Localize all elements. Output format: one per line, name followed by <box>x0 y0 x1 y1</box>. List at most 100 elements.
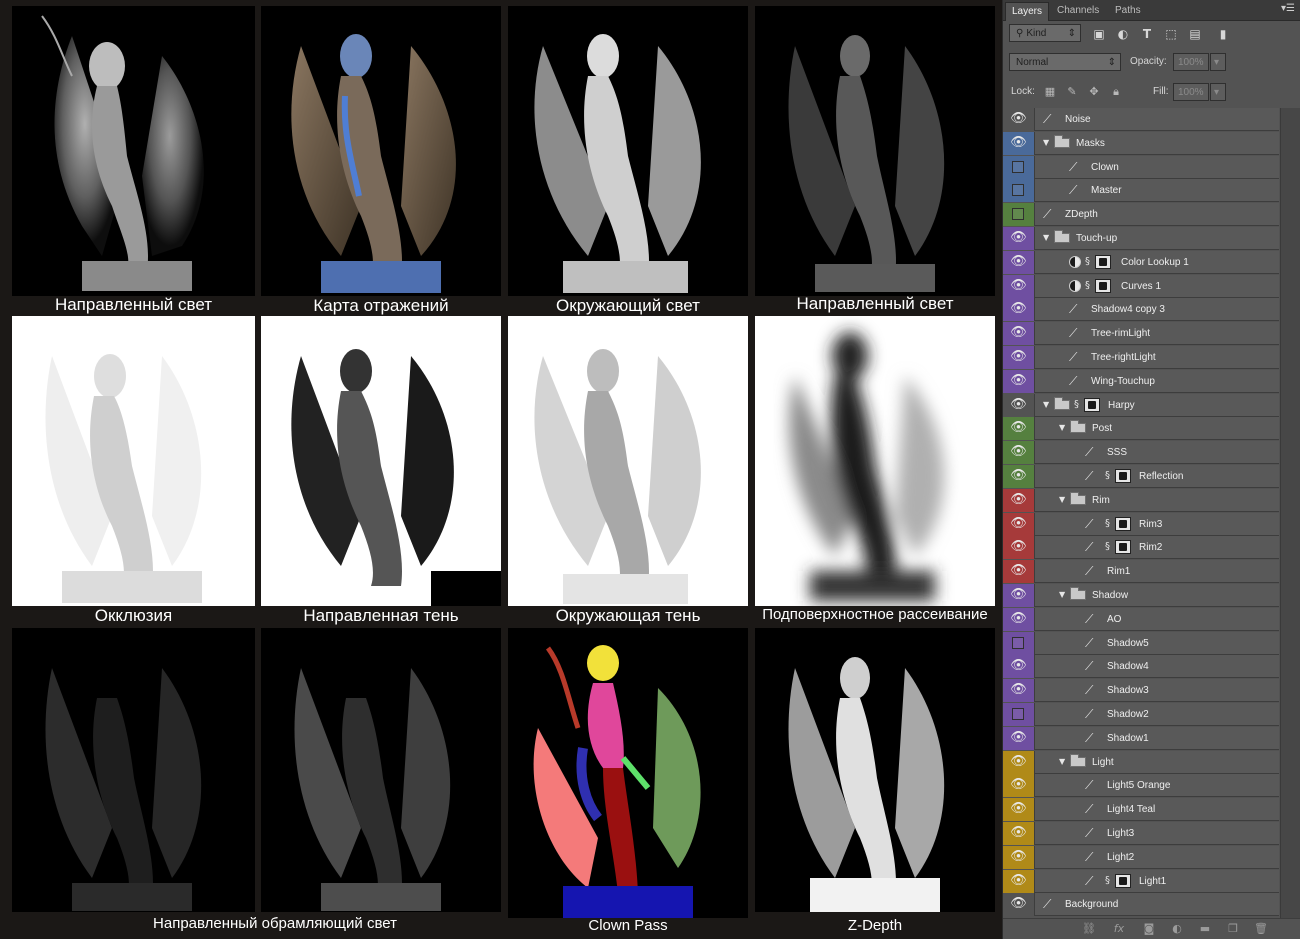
layer-row[interactable]: 👁︎ ▼ Masks <box>1003 131 1279 155</box>
layer-row[interactable]: 👁︎ § Curves 1 <box>1003 274 1279 298</box>
expand-triangle-icon[interactable]: ▼ <box>1059 420 1065 436</box>
visibility-toggle[interactable] <box>1003 155 1035 179</box>
expand-triangle-icon[interactable]: ▼ <box>1043 230 1049 246</box>
link-icon[interactable]: § <box>1074 398 1079 412</box>
visibility-toggle[interactable]: 👁︎ <box>1003 108 1035 131</box>
filter-type-icon[interactable]: T <box>1139 26 1155 42</box>
link-icon[interactable]: § <box>1085 279 1090 293</box>
opacity-input[interactable]: 100% <box>1173 53 1209 71</box>
filter-pixel-icon[interactable]: ▣ <box>1091 26 1107 42</box>
visibility-toggle[interactable]: 👁︎ <box>1003 465 1035 488</box>
layer-row[interactable]: 👁︎ ⟋ SSS <box>1003 441 1279 465</box>
mask-thumbnail-icon[interactable] <box>1115 469 1131 483</box>
visibility-toggle[interactable]: 👁︎ <box>1003 298 1035 322</box>
expand-triangle-icon[interactable]: ▼ <box>1043 397 1049 413</box>
filter-kind-select[interactable]: ⚲ Kind ⇕ <box>1009 24 1081 42</box>
new-layer-icon[interactable]: ❐ <box>1225 921 1241 937</box>
visibility-toggle[interactable]: 👁︎ <box>1003 869 1035 893</box>
layer-row[interactable]: 👁︎ ⟋ § Reflection <box>1003 465 1279 488</box>
mask-thumbnail-icon[interactable] <box>1095 254 1111 269</box>
visibility-toggle[interactable]: 👁︎ <box>1003 607 1035 631</box>
lock-position-icon[interactable]: ✥ <box>1087 85 1101 99</box>
fill-input[interactable]: 100% <box>1173 83 1209 101</box>
panel-menu-icon[interactable]: ▾☰ <box>1281 3 1295 14</box>
layer-row[interactable]: 👁︎ ▼ Post <box>1003 417 1279 441</box>
visibility-toggle[interactable]: 👁︎ <box>1003 655 1035 679</box>
visibility-toggle[interactable]: 👁︎ <box>1003 512 1035 536</box>
expand-triangle-icon[interactable]: ▼ <box>1059 492 1065 508</box>
visibility-toggle[interactable]: 👁︎ <box>1003 750 1035 774</box>
lock-all-icon[interactable]: 🔒︎ <box>1109 85 1123 99</box>
tab-channels[interactable]: Channels <box>1051 2 1105 20</box>
visibility-toggle[interactable]: 👁︎ <box>1003 774 1035 798</box>
layer-row[interactable]: 👁︎ ⟋ Light2 <box>1003 845 1279 869</box>
link-icon[interactable]: § <box>1105 517 1110 531</box>
layer-row[interactable]: 👁︎ ⟋ Shadow4 copy 3 <box>1003 298 1279 322</box>
visibility-toggle[interactable]: 👁︎ <box>1003 726 1035 750</box>
layer-row[interactable]: ⟋ Clown <box>1003 155 1279 179</box>
layer-row[interactable]: 👁︎ ⟋ Tree-rimLight <box>1003 322 1279 346</box>
visibility-toggle[interactable]: 👁︎ <box>1003 798 1035 822</box>
expand-triangle-icon[interactable]: ▼ <box>1043 135 1049 151</box>
visibility-toggle[interactable] <box>1003 203 1035 227</box>
layer-row[interactable]: 👁︎ ⟋ Wing-Touchup <box>1003 369 1279 393</box>
layer-row[interactable]: 👁︎ ⟋ Light5 Orange <box>1003 774 1279 798</box>
visibility-toggle[interactable]: 👁︎ <box>1003 250 1035 274</box>
layer-row[interactable]: 👁︎ ⟋ § Rim3 <box>1003 512 1279 536</box>
filter-shape-icon[interactable]: ⬚ <box>1163 26 1179 42</box>
layer-row[interactable]: 👁︎ ⟋ Light3 <box>1003 822 1279 845</box>
visibility-toggle[interactable]: 👁︎ <box>1003 845 1035 869</box>
visibility-toggle[interactable]: 👁︎ <box>1003 679 1035 703</box>
link-icon[interactable]: § <box>1105 874 1110 888</box>
layer-style-icon[interactable]: fx <box>1111 921 1127 937</box>
layer-row[interactable]: 👁︎ ▼ § Harpy <box>1003 393 1279 417</box>
link-layers-icon[interactable]: ⛓ <box>1081 921 1097 937</box>
blend-mode-select[interactable]: Normal ⇕ <box>1009 53 1121 71</box>
layer-row[interactable]: 👁︎ ⟋ Background <box>1003 893 1279 917</box>
visibility-toggle[interactable]: 👁︎ <box>1003 893 1035 917</box>
visibility-toggle[interactable]: 👁︎ <box>1003 131 1035 155</box>
layer-row[interactable]: ⟋ ZDepth <box>1003 203 1279 227</box>
filter-smart-object-icon[interactable]: ▤ <box>1187 26 1203 42</box>
opacity-dropdown-button[interactable]: ▾ <box>1210 53 1226 71</box>
layer-row[interactable]: 👁︎ ⟋ Light4 Teal <box>1003 798 1279 822</box>
visibility-toggle[interactable]: 👁︎ <box>1003 322 1035 346</box>
mask-thumbnail-icon[interactable] <box>1095 278 1111 293</box>
mask-thumbnail-icon[interactable] <box>1115 516 1131 531</box>
visibility-toggle[interactable] <box>1003 631 1035 655</box>
layer-list-scrollbar[interactable] <box>1280 108 1300 919</box>
layer-row[interactable]: 👁︎ ▼ Rim <box>1003 488 1279 512</box>
layer-row[interactable]: 👁︎ ⟋ Tree-rightLight <box>1003 346 1279 369</box>
layer-row[interactable]: 👁︎ ⟋ § Rim2 <box>1003 536 1279 560</box>
mask-thumbnail-icon[interactable] <box>1084 397 1100 412</box>
layer-row[interactable]: ⟋ Master <box>1003 179 1279 203</box>
visibility-toggle[interactable] <box>1003 179 1035 203</box>
add-mask-icon[interactable]: ◙ <box>1141 921 1157 937</box>
visibility-toggle[interactable]: 👁︎ <box>1003 227 1035 250</box>
visibility-toggle[interactable]: 👁︎ <box>1003 417 1035 441</box>
layer-row[interactable]: 👁︎ ⟋ Shadow4 <box>1003 655 1279 679</box>
expand-triangle-icon[interactable]: ▼ <box>1059 587 1065 603</box>
tab-paths[interactable]: Paths <box>1109 2 1147 20</box>
mask-thumbnail-icon[interactable] <box>1115 540 1131 555</box>
link-icon[interactable]: § <box>1105 469 1110 483</box>
filter-toggle-icon[interactable]: ▮ <box>1215 26 1231 42</box>
tab-layers[interactable]: Layers <box>1005 2 1050 21</box>
new-adjustment-icon[interactable]: ◐ <box>1169 921 1185 937</box>
layer-row[interactable]: ⟋ Shadow2 <box>1003 703 1279 726</box>
visibility-toggle[interactable]: 👁︎ <box>1003 560 1035 584</box>
visibility-toggle[interactable]: 👁︎ <box>1003 822 1035 845</box>
visibility-toggle[interactable] <box>1003 703 1035 726</box>
link-icon[interactable]: § <box>1085 255 1090 269</box>
layer-row[interactable]: 👁︎ § Color Lookup 1 <box>1003 250 1279 274</box>
layer-row[interactable]: ⟋ Shadow5 <box>1003 631 1279 655</box>
layer-row[interactable]: 👁︎ ⟋ Shadow3 <box>1003 679 1279 703</box>
visibility-toggle[interactable]: 👁︎ <box>1003 441 1035 465</box>
visibility-toggle[interactable]: 👁︎ <box>1003 393 1035 417</box>
visibility-toggle[interactable]: 👁︎ <box>1003 274 1035 298</box>
layer-row[interactable]: 👁︎ ⟋ Noise <box>1003 108 1279 131</box>
layer-row[interactable]: 👁︎ ⟋ Shadow1 <box>1003 726 1279 750</box>
lock-transparent-icon[interactable]: ▦ <box>1043 85 1057 99</box>
visibility-toggle[interactable]: 👁︎ <box>1003 488 1035 512</box>
visibility-toggle[interactable]: 👁︎ <box>1003 369 1035 393</box>
